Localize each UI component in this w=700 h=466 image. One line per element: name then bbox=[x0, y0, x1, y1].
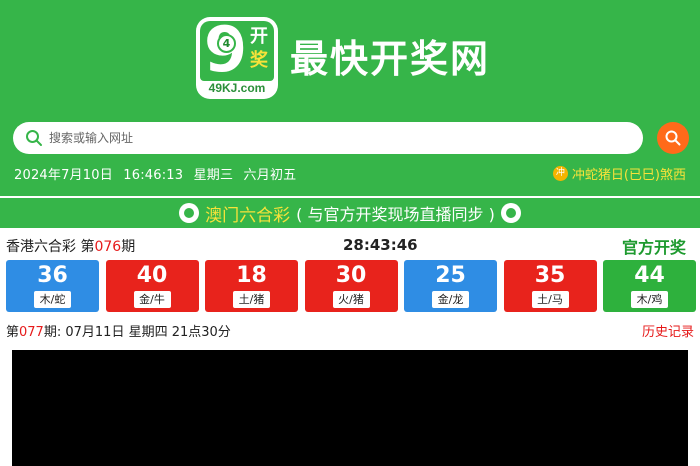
search-button-icon bbox=[665, 130, 681, 146]
ball-zodiac: 木/蛇 bbox=[34, 291, 71, 308]
lottery-name: 香港六合彩 第 bbox=[6, 239, 95, 255]
logo-ball: 4 bbox=[217, 34, 236, 53]
draw-balls: 36 木/蛇 40 金/牛 18 土/猪 30 火/猪 25 金/龙 35 土/… bbox=[6, 260, 696, 312]
logo-inner: 9 4 开 奖 bbox=[200, 17, 274, 85]
site-logo[interactable]: 9 4 开 奖 49KJ.com bbox=[196, 17, 278, 99]
ball-zodiac: 金/龙 bbox=[432, 291, 469, 308]
lunar-date: 六月初五 bbox=[243, 168, 297, 183]
macau-emblem-icon bbox=[500, 203, 521, 223]
current-time: 16:46:13 bbox=[123, 168, 184, 183]
ball: 18 土/猪 bbox=[205, 260, 298, 312]
macau-emblem-icon bbox=[179, 203, 200, 223]
ball-number: 36 bbox=[37, 263, 68, 288]
current-datetime: 2024年7月10日 16:46:13 星期三 六月初五 bbox=[14, 164, 302, 183]
ball: 25 金/龙 bbox=[404, 260, 497, 312]
logo-kai: 开 bbox=[250, 26, 268, 47]
next-draw-info: 第077期: 07月11日 星期四 21点30分 bbox=[6, 321, 231, 340]
ball-number: 18 bbox=[236, 263, 267, 288]
search-button[interactable] bbox=[657, 122, 689, 154]
search-box[interactable] bbox=[13, 122, 643, 154]
official-draw-link[interactable]: 官方开奖 bbox=[622, 234, 686, 258]
almanac-info[interactable]: 冲 冲蛇猪日(已巳)煞西 bbox=[552, 164, 686, 183]
ball-number: 44 bbox=[634, 263, 665, 288]
ball: 40 金/牛 bbox=[105, 260, 199, 312]
draw-header: 香港六合彩 第076期 28:43:46 官方开奖 bbox=[0, 234, 700, 258]
ball-zodiac: 土/猪 bbox=[233, 291, 270, 308]
history-link[interactable]: 历史记录 bbox=[642, 321, 694, 340]
ball: 35 土/马 bbox=[503, 260, 597, 312]
next-prefix: 第 bbox=[6, 325, 20, 340]
site-header: 9 4 开 奖 49KJ.com 最快开奖网 2024年7月10日 16:46:… bbox=[0, 0, 700, 196]
search-input[interactable] bbox=[49, 122, 629, 154]
ball: 44 木/鸡 bbox=[603, 260, 696, 312]
next-draw-time: 期: 07月11日 星期四 21点30分 bbox=[43, 325, 231, 340]
ball-number: 30 bbox=[335, 263, 367, 288]
lottery-banner: 澳门六合彩 ( 与官方开奖现场直播同步 ) bbox=[0, 196, 700, 228]
ball-zodiac: 土/马 bbox=[531, 291, 569, 308]
live-video-player[interactable] bbox=[12, 350, 688, 466]
banner-subtitle: ( 与官方开奖现场直播同步 ) bbox=[296, 205, 495, 224]
ball-number: 35 bbox=[534, 263, 566, 288]
banner-title[interactable]: 澳门六合彩 bbox=[205, 201, 290, 226]
ball-zodiac: 金/牛 bbox=[133, 291, 171, 308]
current-date: 2024年7月10日 bbox=[14, 168, 113, 183]
countdown-timer: 28:43:46 bbox=[343, 236, 418, 254]
ball: 36 木/蛇 bbox=[6, 260, 99, 312]
logo-jiang: 奖 bbox=[250, 50, 268, 71]
search-icon bbox=[26, 130, 42, 146]
lottery-issue: 香港六合彩 第076期 bbox=[6, 236, 135, 256]
ball-number: 40 bbox=[136, 263, 168, 288]
next-issue-number: 077 bbox=[19, 325, 44, 340]
current-weekday: 星期三 bbox=[193, 168, 234, 183]
issue-number: 076 bbox=[94, 239, 122, 255]
logo-domain: 49KJ.com bbox=[208, 81, 266, 95]
ball: 30 火/猪 bbox=[304, 260, 398, 312]
ball-number: 25 bbox=[435, 263, 466, 288]
issue-suffix: 期 bbox=[121, 239, 136, 255]
site-title: 最快开奖网 bbox=[290, 37, 491, 81]
almanac-icon: 冲 bbox=[552, 166, 568, 181]
ball-zodiac: 火/猪 bbox=[332, 291, 370, 308]
almanac-text: 冲蛇猪日(已巳)煞西 bbox=[571, 168, 686, 183]
ball-zodiac: 木/鸡 bbox=[631, 291, 668, 308]
